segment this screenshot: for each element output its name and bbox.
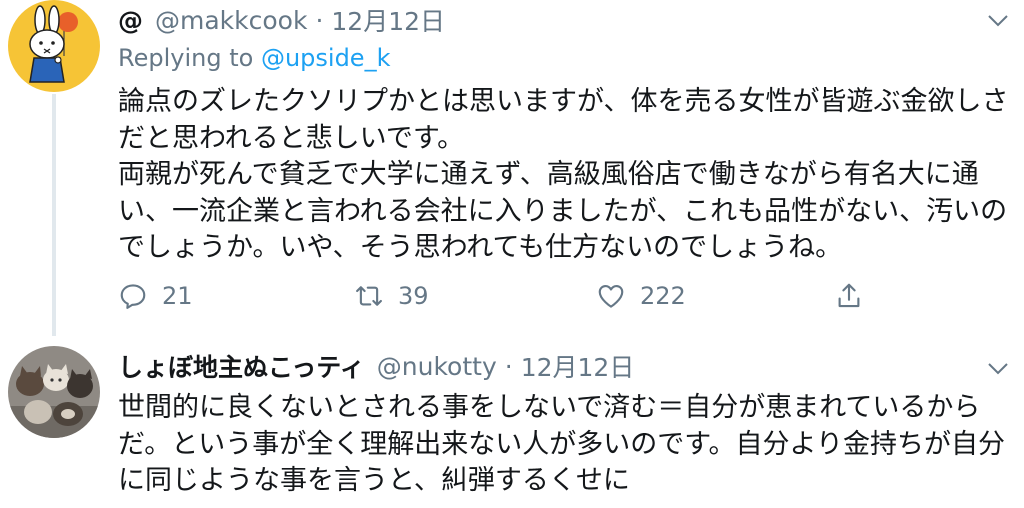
display-name[interactable]: @ (118, 6, 143, 35)
tweet-date[interactable]: 12月12日 (521, 348, 635, 384)
miffy-balloon-avatar (8, 0, 100, 92)
tweet-text-line: 両親が死んで貧乏で大学に通えず、高級風俗店で働きながら有名大に通 (118, 159, 979, 190)
retweet-icon (356, 286, 382, 306)
tweet-text: 論点のズレたクソリプかとは思いますが、体を売る女性が皆遊ぶ金欲しさ だと思われる… (118, 84, 1009, 267)
tweet-header: @ @makkcook · 12月12日 (118, 0, 445, 40)
separator-dot: · (315, 5, 324, 35)
replying-to: Replying to @upside_k (118, 44, 390, 72)
user-handle[interactable]: @nukotty (377, 352, 497, 381)
reply-button[interactable]: 21 (118, 278, 193, 314)
chevron-down-icon[interactable] (986, 8, 1010, 32)
like-button[interactable]: 222 (596, 278, 686, 314)
tweet-actions: 21 39 222 (118, 278, 938, 318)
reply-count: 21 (162, 282, 193, 310)
chevron-down-icon[interactable] (986, 356, 1010, 380)
tweet-text-line: 世間的に良くないとされる事をしないで済む＝自分が恵まれているから (118, 392, 981, 423)
tweet-text-line: でしょうか。いや、そう思われても仕方ないのでしょうね。 (118, 232, 843, 263)
replying-prefix: Replying to (118, 44, 254, 72)
tweet-text-line: い、一流企業と言われる会社に入りましたが、これも品性がない、汚いの (118, 195, 1008, 227)
tweet-header: しょぼ地主ぬこっティ @nukotty · 12月12日 (118, 346, 634, 386)
share-button[interactable] (834, 278, 878, 314)
tweet-1[interactable]: @ @makkcook · 12月12日 Replying to @upside… (0, 0, 1024, 340)
user-handle[interactable]: @makkcook (155, 6, 307, 35)
tweet-date[interactable]: 12月12日 (331, 2, 445, 38)
tweet-text: 世間的に良くないとされる事をしないで済む＝自分が恵まれているから だ。という事が… (118, 390, 1005, 500)
share-icon (838, 283, 860, 308)
like-count: 222 (640, 282, 686, 310)
display-name[interactable]: しょぼ地主ぬこっティ (118, 348, 365, 384)
tweet-text-line: だ。という事が全く理解出来ない人が多いのです。自分より金持ちが自分 (118, 428, 1005, 460)
retweet-count: 39 (398, 282, 429, 310)
tweet-text-line: 論点のズレたクソリプかとは思いますが、体を売る女性が皆遊ぶ金欲しさ (118, 86, 1009, 117)
avatar[interactable] (8, 346, 100, 438)
retweet-button[interactable]: 39 (354, 278, 429, 314)
tweet-2[interactable]: しょぼ地主ぬこっティ @nukotty · 12月12日 世間的に良くないとされ… (0, 340, 1024, 508)
replying-to-link[interactable]: @upside_k (261, 44, 391, 72)
avatar[interactable] (8, 0, 100, 92)
reply-icon (120, 284, 146, 309)
separator-dot: · (504, 351, 513, 381)
tweet-text-line: に同じような事を言うと、糾弾するくせに (118, 465, 630, 496)
kittens-photo-avatar (8, 346, 100, 438)
tweet-text-line: だと思われると悲しいです。 (118, 122, 465, 154)
heart-icon (598, 284, 624, 308)
thread-line (52, 94, 56, 336)
